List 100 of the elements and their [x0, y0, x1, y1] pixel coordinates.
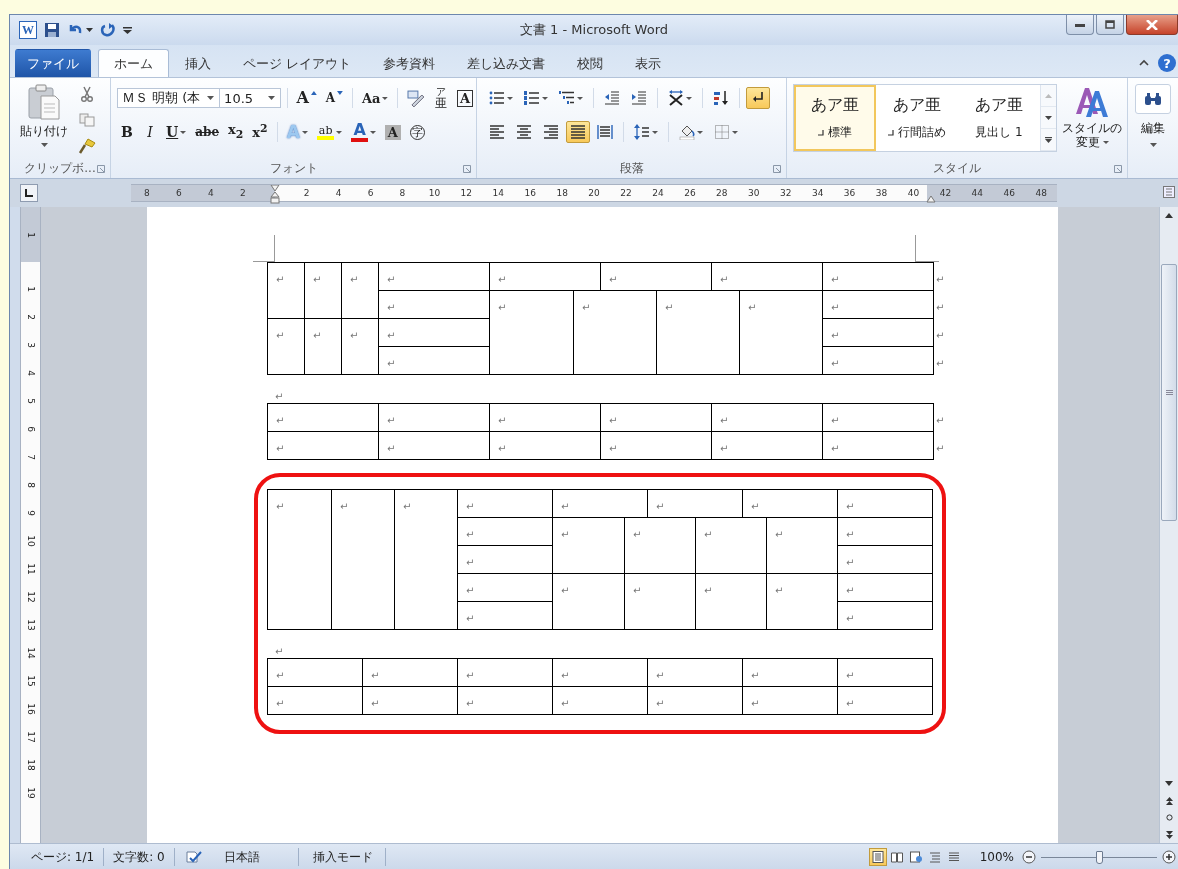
- ruler-number: 18: [25, 759, 36, 771]
- view-ruler-button[interactable]: [1163, 185, 1175, 201]
- ribbon-tab[interactable]: 参考資料: [367, 49, 452, 77]
- up-triangle-icon: [1045, 93, 1052, 98]
- paint-bucket-icon: [679, 124, 695, 140]
- ruler-number: 20: [588, 188, 600, 198]
- ruler-number: 15: [25, 675, 36, 687]
- shrink-font-button[interactable]: A: [322, 87, 346, 109]
- styles-icon: [1075, 86, 1109, 118]
- scroll-thumb[interactable]: [1161, 264, 1177, 521]
- dialog-launcher-icon[interactable]: [97, 165, 105, 173]
- ruler-number: 6: [176, 188, 182, 198]
- language-indicator[interactable]: 日本語: [214, 848, 298, 866]
- right-indent-marker-icon[interactable]: [926, 195, 936, 203]
- ruler-number: 7: [25, 454, 36, 460]
- underline-button[interactable]: U: [163, 121, 190, 143]
- change-case-button[interactable]: Aa: [358, 87, 392, 109]
- down-triangle-icon: [1045, 115, 1052, 120]
- collapse-ribbon-icon[interactable]: [1139, 59, 1149, 66]
- proofing-icon[interactable]: [184, 850, 203, 864]
- more-button[interactable]: [1041, 129, 1056, 151]
- row-end-mark: ↵: [935, 329, 945, 341]
- indent-marker-icon[interactable]: [269, 185, 280, 204]
- zoom-out-button[interactable]: [1022, 850, 1036, 864]
- ruler-number: 22: [620, 188, 632, 198]
- justify-button[interactable]: [566, 121, 590, 143]
- ribbon-tab[interactable]: 挿入: [169, 49, 227, 77]
- font-name-field[interactable]: ＭＳ 明朝 (本: [117, 88, 221, 108]
- word-count[interactable]: 文字数: 0: [104, 848, 174, 866]
- ruler-number: 2: [303, 188, 310, 198]
- tab-selector-button[interactable]: [20, 184, 38, 202]
- dialog-launcher-icon[interactable]: [773, 165, 781, 173]
- minimize-button[interactable]: [1066, 15, 1094, 35]
- table-cell: ↵: [766, 573, 838, 630]
- font-size-field[interactable]: 10.5: [219, 88, 281, 108]
- ruler-number: 1: [25, 286, 36, 292]
- subscript-button[interactable]: x$_{2}$: [225, 121, 247, 143]
- format-painter-button[interactable]: [76, 136, 98, 156]
- ribbon-tab[interactable]: 校閲: [561, 49, 620, 77]
- slider-thumb[interactable]: [1096, 850, 1103, 864]
- redo-icon[interactable]: [100, 22, 116, 38]
- ribbon-tab[interactable]: ホーム: [98, 49, 169, 77]
- font-color-button[interactable]: A: [348, 121, 379, 143]
- caret-icon[interactable]: [86, 28, 93, 32]
- ruler-number: 11: [25, 563, 36, 575]
- table-cell: ↵: [600, 262, 712, 291]
- highlight-button[interactable]: ab: [313, 121, 346, 143]
- brush-icon: [78, 138, 96, 154]
- ribbon-tab[interactable]: 表示: [619, 49, 678, 77]
- help-button[interactable]: ?: [1158, 54, 1176, 72]
- table-cell: ↵: [267, 262, 305, 319]
- dialog-launcher-icon[interactable]: [463, 165, 471, 173]
- strikethrough-button[interactable]: abe: [192, 121, 223, 143]
- superscript-button[interactable]: x$^{2}$: [249, 121, 271, 143]
- ruler-number: 10: [428, 188, 441, 198]
- file-tab[interactable]: ファイル: [15, 49, 91, 77]
- editing-button[interactable]: 編集: [1135, 78, 1171, 147]
- table-cell: ↵: [711, 431, 823, 460]
- distributed-icon: [597, 124, 613, 140]
- table-cell: ↵: [647, 489, 743, 518]
- zoom-level[interactable]: 100%: [963, 850, 1020, 864]
- customize-icon[interactable]: [123, 25, 132, 35]
- table-cell: ↵: [457, 517, 553, 546]
- ribbon-tab[interactable]: 差し込み文書: [451, 49, 562, 77]
- ruler-number: 48: [1035, 188, 1047, 198]
- character-border-button[interactable]: A: [454, 87, 476, 109]
- grow-font-button[interactable]: A: [293, 87, 320, 109]
- scroll-down-button[interactable]: [1041, 107, 1056, 129]
- close-button[interactable]: [1126, 15, 1178, 35]
- page-count[interactable]: ページ: 1/1: [22, 848, 104, 866]
- ribbon-tab[interactable]: ページ レイアウト: [227, 49, 368, 77]
- word-logo[interactable]: W: [19, 21, 37, 39]
- view-button[interactable]: [868, 848, 887, 866]
- show-marks-button[interactable]: [746, 87, 770, 109]
- table-cell: ↵: [489, 290, 574, 375]
- caret-icon: [40, 143, 48, 147]
- maximize-button[interactable]: [1096, 15, 1124, 35]
- double-down-icon: [1165, 830, 1173, 839]
- table-cell: ↵: [457, 686, 553, 715]
- more-icon: [1045, 136, 1052, 143]
- bold-button[interactable]: B: [117, 121, 137, 143]
- paste-button[interactable]: 貼り付け: [16, 82, 72, 159]
- table-cell: ↵: [822, 431, 934, 460]
- close-icon: [1146, 19, 1158, 30]
- change-styles-button[interactable]: スタイルの変更: [1061, 84, 1123, 159]
- vertical-scrollbar[interactable]: [1159, 207, 1178, 843]
- ruler-number: 19: [25, 787, 36, 799]
- style-item[interactable]: あア亜 行間詰め: [876, 85, 958, 151]
- zoom-in-button[interactable]: [1162, 850, 1176, 864]
- style-item[interactable]: あア亜 見出し 1: [958, 85, 1040, 151]
- outdent-icon: [604, 90, 620, 106]
- ruler-number: 12: [25, 591, 36, 603]
- italic-button[interactable]: I: [140, 121, 160, 143]
- enclosed-ruby-button[interactable]: ア 亜: [431, 87, 452, 109]
- save-icon[interactable]: [44, 22, 60, 38]
- dialog-launcher-icon[interactable]: [1114, 165, 1122, 173]
- table-cell: ↵: [552, 686, 648, 715]
- insert-mode-indicator[interactable]: 挿入モード: [298, 848, 385, 866]
- table-cell: ↵: [457, 489, 553, 518]
- style-item[interactable]: あア亜 標準: [794, 85, 876, 151]
